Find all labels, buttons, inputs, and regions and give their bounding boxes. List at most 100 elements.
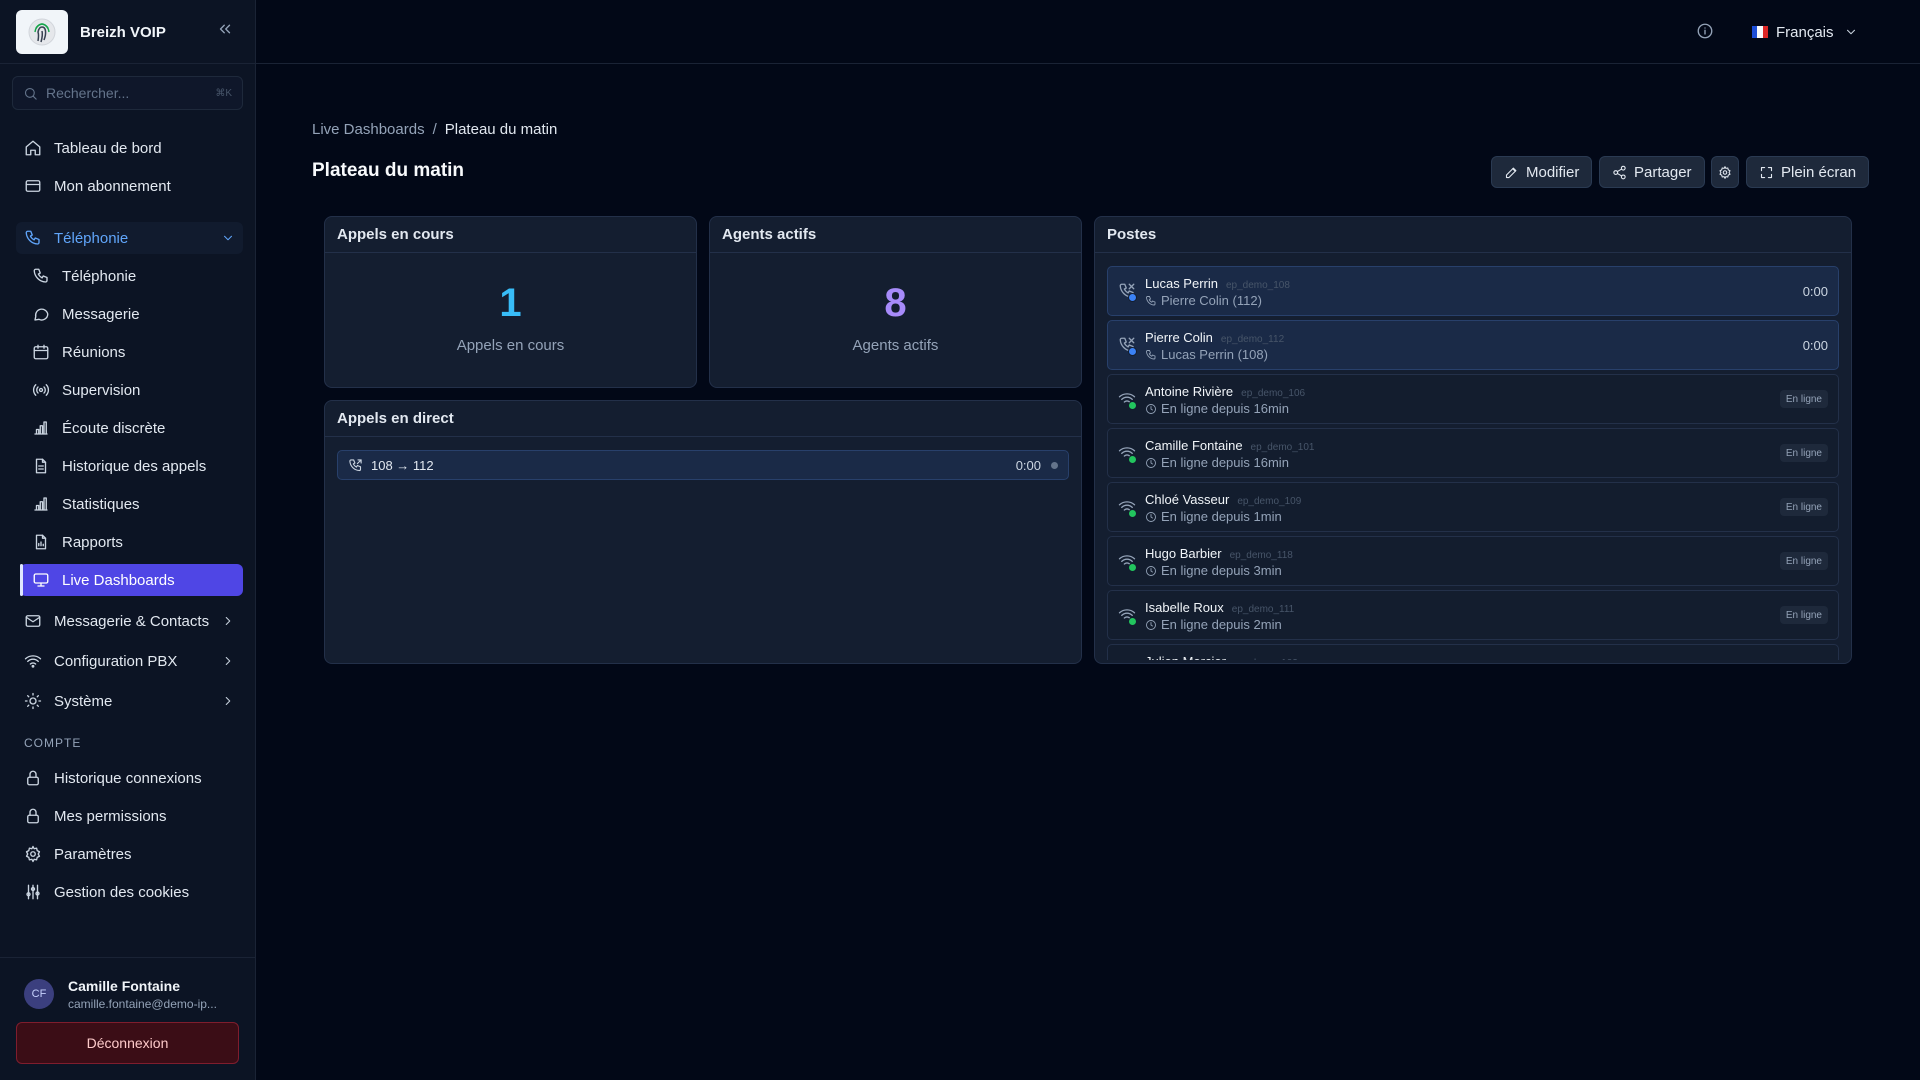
nav-mes-permissions[interactable]: Mes permissions	[16, 800, 243, 832]
user-email: camille.fontaine@demo-ip...	[68, 996, 217, 1011]
status-dot	[1128, 509, 1137, 518]
nav-rapports[interactable]: Rapports	[20, 526, 243, 558]
language-label: Français	[1776, 23, 1834, 41]
credit-card-icon	[25, 180, 41, 192]
status-dot	[1128, 347, 1137, 356]
home-icon	[25, 140, 41, 156]
nav-supervision[interactable]: Supervision	[20, 374, 243, 406]
breadcrumb-parent[interactable]: Live Dashboards	[312, 121, 425, 138]
monitor-icon	[33, 573, 49, 587]
mail-icon	[25, 615, 41, 627]
status-badge: En ligne	[1779, 444, 1828, 462]
nav-telephonie[interactable]: Téléphonie	[20, 260, 243, 292]
nav-historique-connexions[interactable]: Historique connexions	[16, 762, 243, 794]
nav-label: Écoute discrète	[62, 419, 166, 437]
nav-label: Rapports	[62, 533, 123, 551]
poste-row[interactable]: Isabelle Roux ep_demo_111 En ligne depuis …	[1107, 590, 1839, 640]
widget-appels-en-cours: Appels en cours 1 Appels en cours	[324, 216, 697, 388]
topbar	[256, 0, 1920, 64]
poste-extension: ep_demo_109	[1237, 496, 1302, 507]
widget-postes: Postes Lucas Perrin ep_demo_108 Pierre Col…	[1094, 216, 1852, 664]
poste-row[interactable]: Antoine Rivière ep_demo_106 En ligne depui…	[1107, 374, 1839, 424]
lock-icon	[27, 770, 39, 786]
nav-label: Téléphonie	[54, 229, 129, 247]
section-label-compte: COMPTE	[24, 736, 82, 750]
phone-icon	[25, 230, 40, 245]
info-button[interactable]	[1696, 22, 1714, 40]
file-text-icon	[35, 458, 47, 474]
app-name: Breizh VOIP	[80, 23, 166, 41]
live-call-duration: 0:00	[1015, 457, 1041, 473]
pencil-icon	[1505, 167, 1517, 178]
clock-icon	[1146, 619, 1156, 630]
nav-label: Supervision	[62, 381, 141, 399]
nav-label: Live Dashboards	[62, 571, 175, 589]
sidebar-divider	[0, 957, 256, 958]
breadcrumb-current: Plateau du matin	[444, 121, 558, 138]
nav-ecoute-discrete[interactable]: Écoute discrète	[20, 412, 243, 444]
nav-messagerie-contacts[interactable]: Messagerie & Contacts	[16, 605, 243, 637]
search-input[interactable]	[46, 85, 206, 101]
status-badge: En ligne	[1779, 498, 1828, 516]
language-selector[interactable]: Français	[1752, 20, 1858, 44]
collapse-sidebar-button[interactable]	[216, 20, 234, 38]
gear-icon	[1719, 165, 1731, 179]
poste-row[interactable]: Julien Mercierep_demo_102En ligne depuis…	[1107, 644, 1839, 660]
fingerprint-logo-icon	[28, 18, 56, 46]
poste-row[interactable]: Lucas Perrin ep_demo_108 Pierre Colin (112…	[1107, 266, 1839, 316]
nav-messagerie[interactable]: Messagerie	[20, 298, 243, 330]
status-dot	[1128, 455, 1137, 464]
settings-button[interactable]	[1711, 156, 1739, 188]
poste-detail: En ligne depuis 16min	[1161, 455, 1289, 470]
nav-parametres[interactable]: Paramètres	[16, 838, 243, 870]
nav-historique-appels[interactable]: Historique des appels	[20, 450, 243, 482]
fullscreen-button-label: Plein écran	[1781, 163, 1857, 181]
poste-detail: En ligne depuis 2min	[1161, 617, 1282, 632]
clock-icon	[1146, 511, 1156, 522]
user-profile[interactable]: CF Camille Fontaine camille.fontaine@dem…	[24, 974, 244, 1014]
poste-row[interactable]: Hugo Barbier ep_demo_118 En ligne depuis 3…	[1107, 536, 1839, 586]
poste-row[interactable]: Chloé Vasseur ep_demo_109 En ligne depuis …	[1107, 482, 1839, 532]
edit-button[interactable]: Modifier	[1491, 156, 1593, 188]
nav-label: Configuration PBX	[54, 652, 178, 670]
nav-label: Messagerie	[62, 305, 140, 323]
nav-label: Téléphonie	[62, 267, 137, 285]
nav-label: Paramètres	[54, 845, 132, 863]
nav-statistiques[interactable]: Statistiques	[20, 488, 243, 520]
nav-configuration-pbx[interactable]: Configuration PBX	[16, 645, 243, 677]
live-call-row[interactable]: 108 → 112 0:00	[337, 450, 1069, 480]
call-duration: 0:00	[1802, 338, 1828, 353]
stat-label: Appels en cours	[456, 337, 565, 354]
brand[interactable]: Breizh VOIP	[16, 10, 240, 54]
poste-extension: ep_demo_102	[1234, 658, 1298, 660]
stat-label: Agents actifs	[852, 337, 939, 354]
breadcrumb: Live Dashboards / Plateau du matin	[312, 121, 557, 138]
share-icon	[1613, 165, 1626, 179]
nav-reunions[interactable]: Réunions	[20, 336, 243, 368]
nav-systeme[interactable]: Système	[16, 685, 243, 717]
postes-list[interactable]: Lucas Perrin ep_demo_108 Pierre Colin (112…	[1107, 266, 1839, 660]
chevron-down-icon	[1846, 29, 1855, 35]
chevron-right-icon	[225, 696, 231, 706]
search-box[interactable]: ⌘K	[12, 76, 243, 110]
poste-row[interactable]: Camille Fontaine ep_demo_101 En ligne depu…	[1107, 428, 1839, 478]
nav-tableau-de-bord[interactable]: Tableau de bord	[16, 132, 243, 164]
nav-label: Mon abonnement	[54, 177, 171, 195]
widget-title: Appels en direct	[325, 401, 1081, 437]
share-button[interactable]: Partager	[1599, 156, 1705, 188]
bar-chart-icon	[34, 497, 48, 511]
poste-row[interactable]: Pierre Colin ep_demo_112 Lucas Perrin (108…	[1107, 320, 1839, 370]
logout-button[interactable]: Déconnexion	[16, 1022, 239, 1064]
nav-live-dashboards[interactable]: Live Dashboards	[20, 564, 243, 596]
nav-label: Système	[54, 692, 113, 710]
active-indicator	[20, 564, 23, 596]
nav-gestion-cookies[interactable]: Gestion des cookies	[16, 876, 243, 908]
nav-mon-abonnement[interactable]: Mon abonnement	[16, 170, 243, 202]
calendar-icon	[33, 344, 49, 360]
clock-icon	[1146, 565, 1156, 576]
status-dot	[1128, 401, 1137, 410]
nav-group-telephonie[interactable]: Téléphonie	[16, 222, 243, 254]
fullscreen-button[interactable]: Plein écran	[1746, 156, 1870, 188]
nav-label: Réunions	[62, 343, 126, 361]
search-shortcut: ⌘K	[215, 87, 232, 99]
